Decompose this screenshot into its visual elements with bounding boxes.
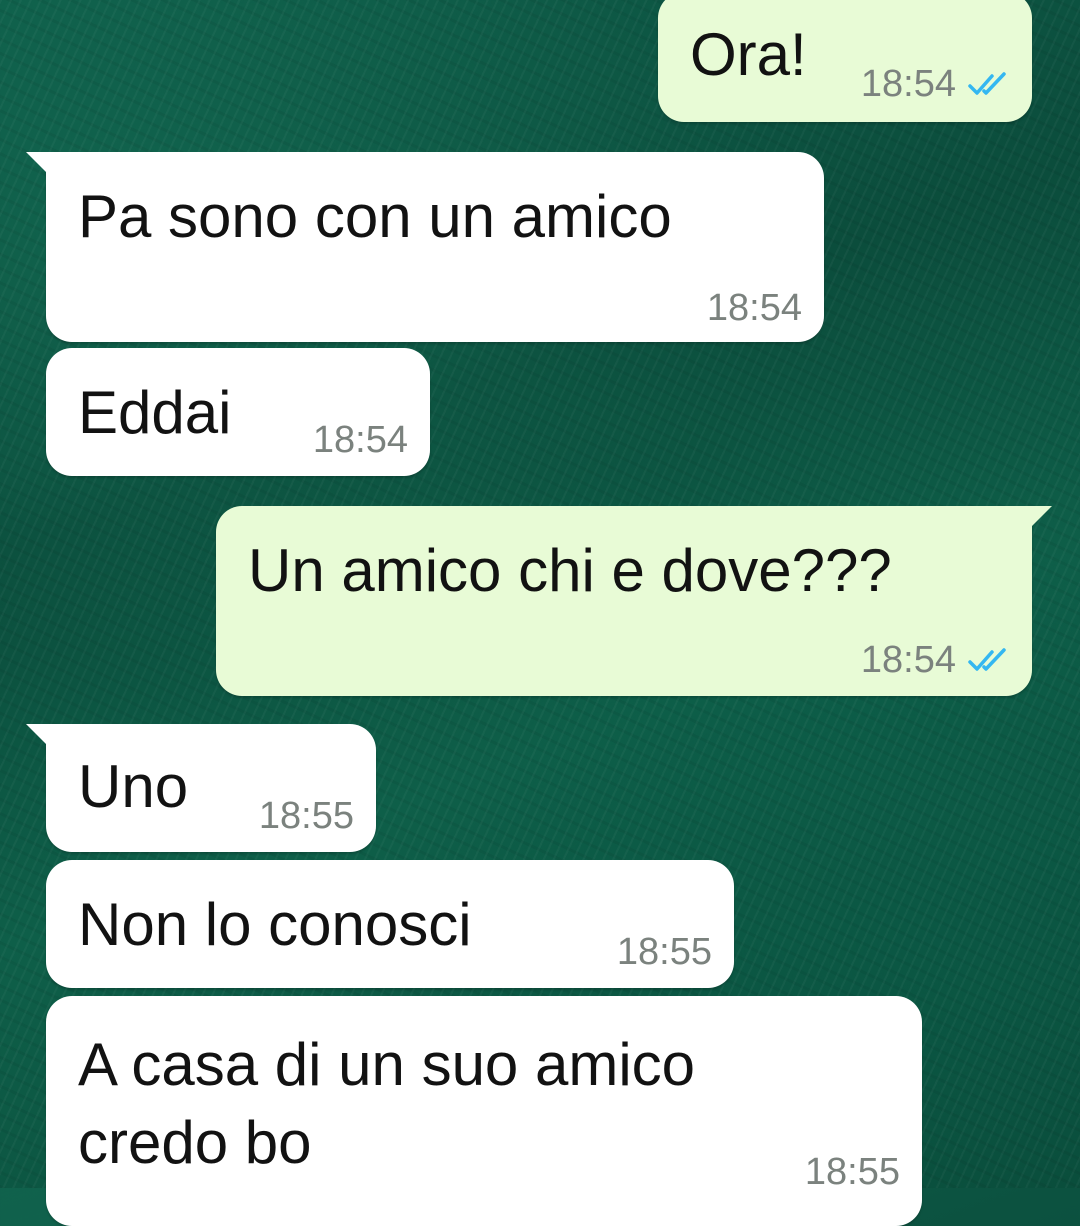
message-text: A casa di un suo amico credo bo [78, 1031, 696, 1176]
message-meta: 18:55 [259, 796, 354, 836]
incoming-message[interactable]: Pa sono con un amico 18:54 [26, 152, 824, 342]
incoming-message[interactable]: Eddai 18:54 [46, 348, 430, 476]
message-meta: 18:55 [617, 932, 712, 972]
message-time: 18:55 [616, 931, 712, 973]
message-time: 18:54 [860, 63, 956, 105]
message-meta: 18:54 [861, 64, 1010, 104]
message-text: Uno [78, 753, 189, 820]
outgoing-message[interactable]: Un amico chi e dove??? 18:54 [216, 506, 1052, 696]
message-text: Un amico chi e dove??? [248, 537, 892, 604]
message-meta: 18:54 [313, 420, 408, 460]
message-time: 18:54 [860, 639, 956, 681]
incoming-message[interactable]: Uno 18:55 [26, 724, 376, 852]
chat-thread[interactable]: Ora! 18:54 Pa sono con un amico 18:54 Ed… [0, 0, 1080, 1226]
incoming-message[interactable]: A casa di un suo amico credo bo 18:55 [46, 996, 922, 1226]
message-time: 18:55 [804, 1151, 900, 1193]
message-text: Eddai [78, 379, 232, 446]
double-check-icon [968, 648, 1006, 671]
message-meta: 18:54 [861, 640, 1010, 680]
incoming-message[interactable]: Non lo conosci 18:55 [46, 860, 734, 988]
message-meta: 18:54 [707, 288, 802, 328]
message-text: Pa sono con un amico [78, 183, 672, 250]
double-check-icon [968, 72, 1006, 95]
message-time: 18:54 [312, 419, 408, 461]
message-time: 18:54 [706, 287, 802, 329]
message-time: 18:55 [258, 795, 354, 837]
message-text: Non lo conosci [78, 891, 472, 958]
message-text: Ora! [690, 21, 807, 88]
outgoing-message[interactable]: Ora! 18:54 [658, 0, 1032, 122]
message-meta: 18:55 [805, 1152, 900, 1192]
